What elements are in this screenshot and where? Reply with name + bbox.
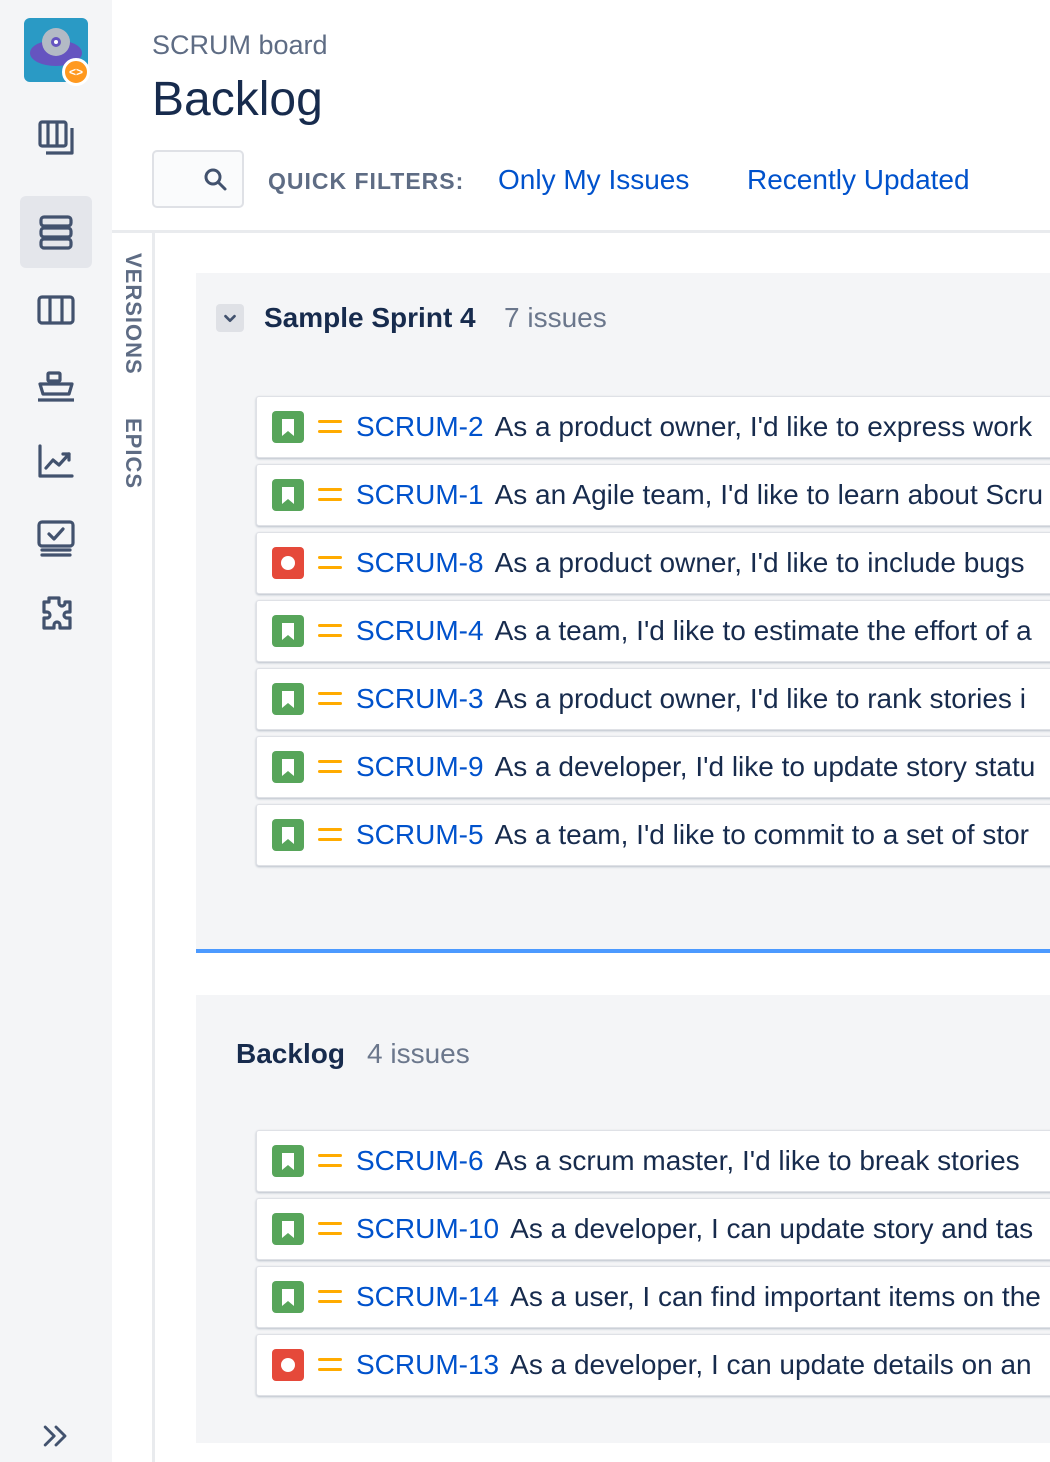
project-avatar[interactable]: <>	[24, 18, 90, 86]
tab-epics[interactable]: EPICS	[120, 418, 146, 489]
priority-medium-icon	[318, 556, 342, 569]
issue-row[interactable]: SCRUM-14 As a user, I can find important …	[256, 1266, 1050, 1328]
story-icon	[272, 819, 304, 851]
priority-medium-icon	[318, 624, 342, 637]
expand-sidebar-icon[interactable]	[36, 1416, 76, 1456]
priority-medium-icon	[318, 1290, 342, 1303]
quick-filters-label: QUICK FILTERS:	[268, 168, 465, 194]
issue-summary: As a developer, I can update story and t…	[510, 1213, 1034, 1244]
tab-versions[interactable]: VERSIONS	[120, 253, 146, 375]
issue-summary: As a team, I'd like to estimate the effo…	[494, 615, 1032, 646]
search-input[interactable]	[154, 152, 198, 208]
sprint-title: Sample Sprint 4	[264, 302, 476, 333]
issue-key-link[interactable]: SCRUM-3	[356, 683, 484, 715]
issue-row[interactable]: SCRUM-13 As a developer, I can update det…	[256, 1334, 1050, 1396]
board-icon[interactable]	[20, 274, 92, 346]
sprint-issue-count: 7 issues	[504, 302, 607, 333]
filter-only-my-issues[interactable]: Only My Issues	[498, 164, 689, 196]
issue-row[interactable]: SCRUM-3 As a product owner, I'd like to r…	[256, 668, 1050, 730]
backlog-container: Backlog 4 issues SCRUM-6 As a scrum maste…	[196, 995, 1050, 1443]
addons-icon[interactable]	[20, 578, 92, 650]
issue-summary: As a team, I'd like to commit to a set o…	[494, 819, 1029, 850]
issue-summary: As a user, I can find important items on…	[510, 1281, 1041, 1312]
collapse-sprint-button[interactable]	[216, 304, 244, 332]
roadmap-icon[interactable]	[20, 102, 92, 174]
issue-row[interactable]: SCRUM-4 As a team, I'd like to estimate t…	[256, 600, 1050, 662]
issues-icon[interactable]	[20, 502, 92, 574]
priority-medium-icon	[318, 760, 342, 773]
story-icon	[272, 615, 304, 647]
search-field[interactable]	[152, 150, 244, 208]
issue-row[interactable]: SCRUM-2 As a product owner, I'd like to e…	[256, 396, 1050, 458]
issue-key-link[interactable]: SCRUM-1	[356, 479, 484, 511]
issue-row[interactable]: SCRUM-8 As a product owner, I'd like to i…	[256, 532, 1050, 594]
issue-key-link[interactable]: SCRUM-14	[356, 1281, 499, 1313]
priority-medium-icon	[318, 828, 342, 841]
issue-row[interactable]: SCRUM-1 As an Agile team, I'd like to lea…	[256, 464, 1050, 526]
releases-icon[interactable]	[20, 350, 92, 422]
bug-icon	[272, 1349, 304, 1381]
page-title: Backlog	[152, 73, 323, 126]
issue-summary: As a product owner, I'd like to include …	[494, 547, 1025, 578]
issue-summary: As an Agile team, I'd like to learn abou…	[494, 479, 1044, 510]
issue-row[interactable]: SCRUM-6 As a scrum master, I'd like to br…	[256, 1130, 1050, 1192]
issue-key-link[interactable]: SCRUM-6	[356, 1145, 484, 1177]
backlog-title: Backlog	[236, 1038, 345, 1069]
backlog-issue-count: 4 issues	[367, 1038, 470, 1069]
issue-key-link[interactable]: SCRUM-5	[356, 819, 484, 851]
story-icon	[272, 411, 304, 443]
issue-key-link[interactable]: SCRUM-9	[356, 751, 484, 783]
reports-icon[interactable]	[20, 426, 92, 498]
sprint-bottom-border	[196, 949, 1050, 953]
issue-summary: As a developer, I'd like to update story…	[494, 751, 1036, 782]
issue-row[interactable]: SCRUM-9 As a developer, I'd like to updat…	[256, 736, 1050, 798]
side-panel-tabs: VERSIONS EPICS	[112, 233, 155, 1462]
story-icon	[272, 751, 304, 783]
issue-key-link[interactable]: SCRUM-13	[356, 1349, 499, 1381]
project-name: SCRUM board	[152, 30, 328, 60]
search-icon	[204, 168, 227, 191]
bug-icon	[272, 547, 304, 579]
left-sidebar: <>	[0, 0, 112, 1462]
issue-summary: As a scrum master, I'd like to break sto…	[494, 1145, 1020, 1176]
story-icon	[272, 479, 304, 511]
issue-row[interactable]: SCRUM-5 As a team, I'd like to commit to …	[256, 804, 1050, 866]
priority-medium-icon	[318, 692, 342, 705]
priority-medium-icon	[318, 1154, 342, 1167]
sprint-container: Sample Sprint 4 7 issues SCRUM-2 As a pro…	[196, 273, 1050, 951]
header-divider	[112, 230, 1050, 233]
issue-row[interactable]: SCRUM-10 As a developer, I can update sto…	[256, 1198, 1050, 1260]
priority-medium-icon	[318, 1358, 342, 1371]
priority-medium-icon	[318, 1222, 342, 1235]
filter-recently-updated[interactable]: Recently Updated	[747, 164, 970, 196]
story-icon	[272, 1281, 304, 1313]
backlog-icon[interactable]	[20, 196, 92, 268]
issue-summary: As a product owner, I'd like to rank sto…	[494, 683, 1026, 714]
logo-eye	[51, 37, 61, 47]
story-icon	[272, 683, 304, 715]
issue-key-link[interactable]: SCRUM-10	[356, 1213, 499, 1245]
code-badge-icon: <>	[62, 58, 90, 86]
chevron-down-icon	[224, 314, 236, 323]
issue-summary: As a developer, I can update details on …	[510, 1349, 1032, 1380]
issue-key-link[interactable]: SCRUM-4	[356, 615, 484, 647]
priority-medium-icon	[318, 420, 342, 433]
issue-key-link[interactable]: SCRUM-8	[356, 547, 484, 579]
story-icon	[272, 1145, 304, 1177]
story-icon	[272, 1213, 304, 1245]
issue-summary: As a product owner, I'd like to express …	[494, 411, 1033, 442]
issue-key-link[interactable]: SCRUM-2	[356, 411, 484, 443]
priority-medium-icon	[318, 488, 342, 501]
